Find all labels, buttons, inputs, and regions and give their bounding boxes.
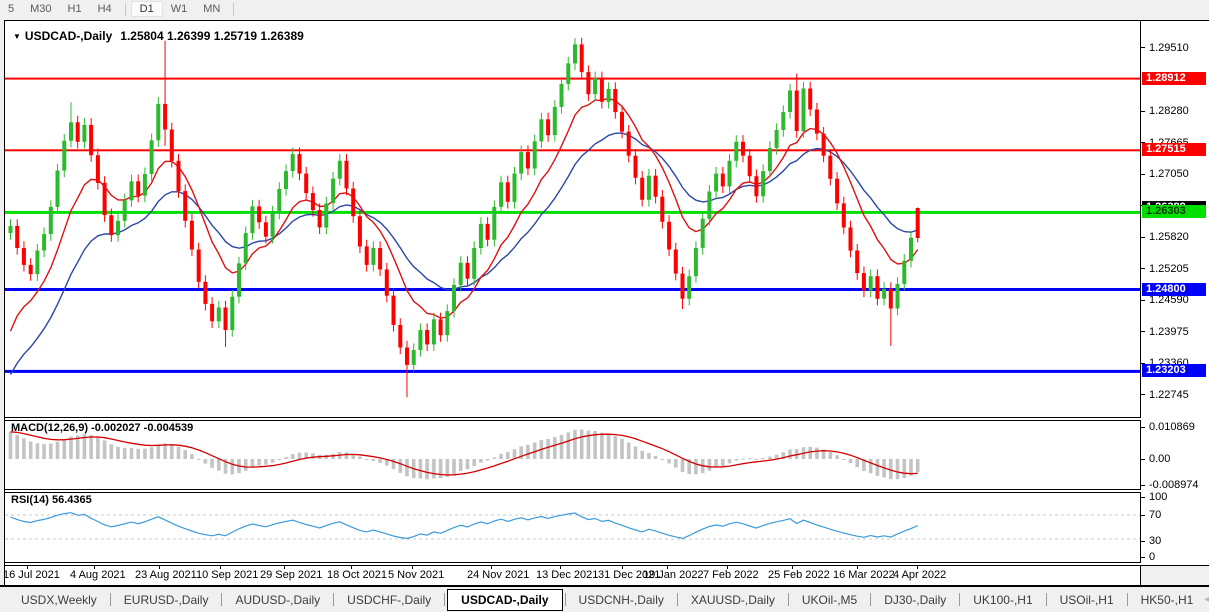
macd-label: MACD(12,26,9) -0.002027 -0.004539 bbox=[11, 422, 194, 434]
symbol-tab-usdchf[interactable]: USDCHF-,Daily bbox=[336, 590, 442, 610]
symbol-tab-usdx[interactable]: USDX,Weekly bbox=[10, 590, 108, 610]
main-chart-panel[interactable] bbox=[5, 21, 1140, 417]
price-tick-mark bbox=[1141, 299, 1145, 301]
tab-scroll-arrows: ◂▸ bbox=[1204, 594, 1209, 605]
rsi-canvas[interactable] bbox=[5, 493, 1140, 562]
price-tick-mark bbox=[1141, 110, 1145, 112]
tab-separator bbox=[1045, 593, 1047, 606]
tab-separator bbox=[870, 593, 872, 606]
macd-tick-mark bbox=[1141, 459, 1145, 460]
tab-separator bbox=[333, 593, 335, 606]
rsi-tick-mark bbox=[1141, 557, 1145, 558]
tab-separator bbox=[959, 593, 961, 606]
price-tick-mark bbox=[1141, 331, 1145, 333]
date-axis[interactable]: 16 Jul 2021 4 Aug 2021 23 Aug 2021 10 Sep 2… bbox=[3, 566, 1140, 585]
date-label: 18 Oct 2021 bbox=[327, 569, 387, 581]
price-tick-label: 1.22745 bbox=[1149, 388, 1189, 401]
symbol-tab-audusd[interactable]: AUDUSD-,Daily bbox=[224, 590, 331, 610]
symbol-tab-usoil[interactable]: USOil-,H1 bbox=[1049, 590, 1125, 610]
date-label: 25 Feb 2022 bbox=[768, 569, 830, 581]
symbol-tab-usdcnh[interactable]: USDCNH-,Daily bbox=[568, 590, 675, 610]
symbol-tab-eurusd[interactable]: EURUSD-,Daily bbox=[113, 590, 220, 610]
hline-price-badge: 1.23203 bbox=[1142, 364, 1206, 378]
price-chart-canvas[interactable] bbox=[5, 21, 1140, 417]
macd-scale-label: -0.008974 bbox=[1149, 479, 1199, 491]
symbol-dropdown-icon[interactable]: ▼ bbox=[13, 32, 21, 41]
date-label: 4 Apr 2022 bbox=[893, 569, 947, 581]
macd-scale-label: 0.00 bbox=[1149, 453, 1171, 465]
date-label: 29 Sep 2021 bbox=[260, 569, 323, 581]
tab-separator bbox=[1126, 593, 1128, 606]
timeframe-button-h1[interactable]: H1 bbox=[60, 2, 90, 16]
macd-scale-label: 0.010869 bbox=[1149, 421, 1195, 433]
rsi-scale-label: 0 bbox=[1149, 551, 1156, 563]
tab-scroll-left-icon[interactable]: ◂ bbox=[1204, 594, 1209, 605]
symbol-tab-ukoil[interactable]: UKOil-,M5 bbox=[791, 590, 868, 610]
price-tick-label: 1.28280 bbox=[1149, 105, 1189, 118]
rsi-scale-label: 30 bbox=[1149, 535, 1162, 547]
price-tick-label: 1.25205 bbox=[1149, 262, 1189, 275]
timeframe-button-d1[interactable]: D1 bbox=[130, 1, 163, 17]
timeframe-button-h4[interactable]: H4 bbox=[90, 2, 120, 16]
rsi-scale-label: 100 bbox=[1149, 491, 1168, 503]
price-tick-mark bbox=[1141, 394, 1145, 396]
tab-separator bbox=[444, 593, 446, 606]
price-tick-mark bbox=[1141, 47, 1145, 49]
macd-tick-mark bbox=[1141, 485, 1145, 486]
toolbar-separator bbox=[233, 2, 235, 16]
date-label: 16 Mar 2022 bbox=[833, 569, 895, 581]
chart-ohlc-values: 1.25804 1.26399 1.25719 1.26389 bbox=[120, 29, 304, 43]
timeframe-toolbar: 5 M30 H1 H4 D1 W1 MN bbox=[0, 0, 1209, 18]
date-label: 5 Nov 2021 bbox=[388, 569, 445, 581]
price-tick-mark bbox=[1141, 268, 1145, 270]
symbol-tab-usdcad[interactable]: USDCAD-,Daily bbox=[447, 588, 563, 611]
price-tick-label: 1.23975 bbox=[1149, 325, 1189, 338]
macd-tick-mark bbox=[1141, 427, 1145, 428]
tab-separator bbox=[109, 593, 111, 606]
date-label: 13 Dec 2021 bbox=[536, 569, 599, 581]
hline-price-badge: 1.28912 bbox=[1142, 71, 1206, 85]
price-tick-label: 1.25820 bbox=[1149, 231, 1189, 244]
price-tick-label: 1.24590 bbox=[1149, 294, 1189, 307]
rsi-scale-label: 70 bbox=[1149, 509, 1162, 521]
date-label: 7 Feb 2022 bbox=[703, 569, 759, 581]
timeframe-button-w1[interactable]: W1 bbox=[163, 2, 196, 16]
symbol-tabbar: USDX,Weekly EURUSD-,Daily AUDUSD-,Daily USD… bbox=[0, 587, 1209, 612]
price-axis[interactable]: 1.295101.282801.276651.270501.264351.258… bbox=[1141, 21, 1209, 565]
date-label: 19 Jan 2022 bbox=[643, 569, 704, 581]
rsi-panel[interactable] bbox=[5, 493, 1140, 562]
hline-price-badge: 1.26303 bbox=[1142, 205, 1206, 219]
date-label: 10 Sep 2021 bbox=[196, 569, 259, 581]
price-tick-mark bbox=[1141, 173, 1145, 175]
symbol-tab-uk100[interactable]: UK100-,H1 bbox=[962, 590, 1043, 610]
toolbar-separator bbox=[124, 2, 126, 16]
date-label: 23 Aug 2021 bbox=[135, 569, 197, 581]
rsi-tick-mark bbox=[1141, 497, 1145, 498]
symbol-tab-hk50[interactable]: HK50-,H1 bbox=[1130, 590, 1205, 610]
hline-price-badge: 1.27515 bbox=[1142, 143, 1206, 157]
rsi-tick-mark bbox=[1141, 541, 1145, 542]
chart-symbol: USDCAD-,Daily bbox=[24, 29, 113, 43]
timeframe-button-mn[interactable]: MN bbox=[195, 2, 228, 16]
price-tick-mark bbox=[1141, 236, 1145, 238]
tab-separator bbox=[676, 593, 678, 606]
tab-separator bbox=[564, 593, 566, 606]
rsi-label: RSI(14) 56.4365 bbox=[11, 494, 92, 506]
price-tick-label: 1.29510 bbox=[1149, 41, 1189, 54]
date-label: 4 Aug 2021 bbox=[70, 569, 126, 581]
timeframe-button-5[interactable]: 5 bbox=[0, 2, 22, 16]
chart-title: ▼ USDCAD-,Daily 1.25804 1.26399 1.25719 1.… bbox=[13, 29, 304, 43]
tab-separator bbox=[221, 593, 223, 606]
date-label: 16 Jul 2021 bbox=[3, 569, 60, 581]
tab-separator bbox=[787, 593, 789, 606]
symbol-tab-xauusd[interactable]: XAUUSD-,Daily bbox=[680, 590, 786, 610]
price-tick-label: 1.27050 bbox=[1149, 168, 1189, 181]
date-label: 24 Nov 2021 bbox=[467, 569, 530, 581]
rsi-tick-mark bbox=[1141, 515, 1145, 516]
timeframe-button-m30[interactable]: M30 bbox=[22, 2, 59, 16]
hline-price-badge: 1.24800 bbox=[1142, 282, 1206, 296]
symbol-tab-dj30[interactable]: DJ30-,Daily bbox=[873, 590, 957, 610]
